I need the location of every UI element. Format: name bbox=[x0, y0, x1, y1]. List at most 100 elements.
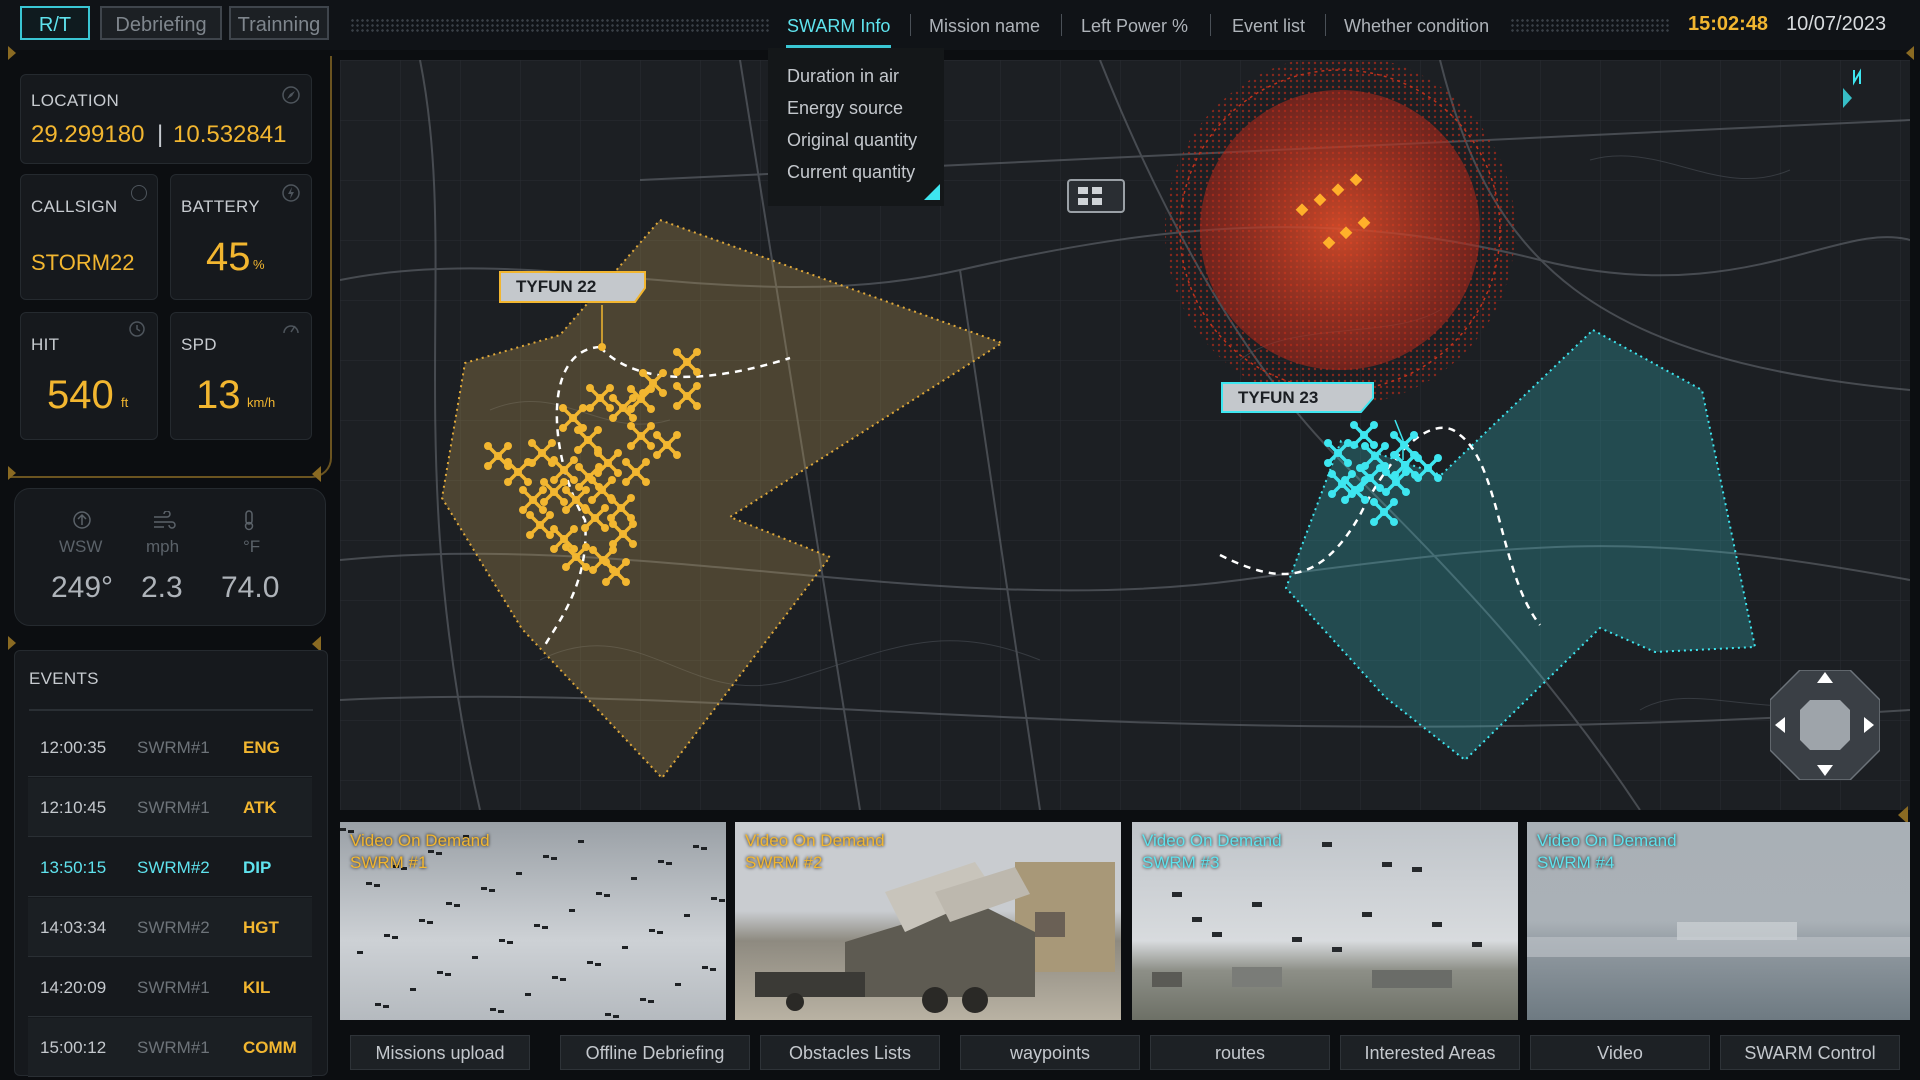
callsign-value: STORM22 bbox=[31, 250, 135, 275]
frame-marker bbox=[8, 46, 16, 60]
video-drone bbox=[525, 993, 531, 996]
video-button[interactable]: Video bbox=[1530, 1035, 1710, 1070]
tyfun23-label: TYFUN 23 bbox=[1238, 388, 1319, 407]
video-drone bbox=[569, 909, 575, 912]
video-drone bbox=[596, 892, 602, 895]
swarm-control-button[interactable]: SWARM Control bbox=[1720, 1035, 1900, 1070]
mode-debriefing-button[interactable]: Debriefing bbox=[100, 6, 222, 40]
video-feed-swrm3[interactable]: Video On Demand SWRM #3 bbox=[1132, 822, 1518, 1020]
mode-rt-button[interactable]: R/T bbox=[20, 6, 90, 40]
video-feed-swrm2[interactable]: Video On Demand SWRM #2 bbox=[735, 822, 1121, 1020]
menu-item-duration[interactable]: Duration in air bbox=[787, 66, 899, 87]
video-swrm4-caption: Video On Demand SWRM #4 bbox=[1537, 831, 1677, 872]
wind-speed-value: 2.3 bbox=[141, 571, 183, 604]
video-drone bbox=[702, 966, 708, 969]
info-icon bbox=[131, 185, 147, 201]
wind-direction-value: 249° bbox=[51, 571, 114, 604]
video-drone bbox=[498, 1010, 504, 1013]
events-divider bbox=[29, 709, 313, 711]
pan-down-button[interactable] bbox=[1817, 765, 1833, 776]
video-drone bbox=[711, 897, 717, 900]
event-row[interactable]: 15:00:12 SWRM#1 COMM bbox=[28, 1018, 312, 1077]
event-swarm: SWRM#1 bbox=[137, 1038, 210, 1057]
event-row[interactable]: 14:20:09 SWRM#1 KIL bbox=[28, 958, 312, 1017]
event-time: 14:20:09 bbox=[40, 978, 107, 997]
video-drone bbox=[1472, 942, 1482, 947]
tab-swarm-info[interactable]: SWARM Info bbox=[787, 12, 890, 40]
video-drone bbox=[489, 889, 495, 892]
thermometer-icon bbox=[241, 509, 257, 536]
video-drone bbox=[446, 902, 452, 905]
event-time: 13:50:15 bbox=[40, 858, 107, 877]
tab-separator bbox=[910, 14, 911, 36]
video-drone bbox=[1382, 862, 1392, 867]
video-drone bbox=[613, 1015, 619, 1018]
frame-marker bbox=[8, 466, 16, 480]
tab-weather-condition[interactable]: Whether condition bbox=[1344, 12, 1489, 40]
video-swrm1-caption: Video On Demand SWRM #1 bbox=[350, 831, 490, 872]
video-drone bbox=[657, 931, 663, 934]
map-svg bbox=[340, 60, 1910, 810]
pan-up-button[interactable] bbox=[1817, 672, 1833, 683]
waypoints-button[interactable]: waypoints bbox=[960, 1035, 1140, 1070]
base-building-icon bbox=[1067, 179, 1125, 213]
tab-mission-name[interactable]: Mission name bbox=[929, 12, 1040, 40]
mode-training-button[interactable]: Trainning bbox=[229, 6, 329, 40]
offline-debriefing-button[interactable]: Offline Debriefing bbox=[560, 1035, 750, 1070]
interested-areas-button[interactable]: Interested Areas bbox=[1340, 1035, 1520, 1070]
temperature-label: °F bbox=[243, 537, 261, 556]
video-drone bbox=[543, 855, 549, 858]
event-row[interactable]: 13:50:15 SWRM#2 DIP bbox=[28, 838, 312, 897]
missions-upload-button[interactable]: Missions upload bbox=[350, 1035, 530, 1070]
video-drone bbox=[719, 899, 725, 902]
event-time: 15:00:12 bbox=[40, 1038, 107, 1057]
wind-icon bbox=[152, 510, 176, 536]
tab-event-list[interactable]: Event list bbox=[1232, 12, 1305, 40]
events-label: EVENTS bbox=[29, 669, 99, 688]
video-drone bbox=[587, 961, 593, 964]
menu-item-original-quantity[interactable]: Original quantity bbox=[787, 130, 917, 151]
video-drone bbox=[410, 988, 416, 991]
hit-unit: ft bbox=[121, 395, 129, 410]
video-drone bbox=[534, 924, 540, 927]
video-drone bbox=[1192, 917, 1202, 922]
menu-item-energy-source[interactable]: Energy source bbox=[787, 98, 903, 119]
pan-left-button[interactable] bbox=[1775, 717, 1785, 733]
video-drone bbox=[604, 894, 610, 897]
event-code: ENG bbox=[243, 738, 280, 757]
video-drone bbox=[1322, 842, 1332, 847]
video-drone bbox=[701, 847, 707, 850]
hit-value: 540 bbox=[47, 373, 114, 417]
video-feed-swrm1[interactable]: Video On Demand SWRM #1 bbox=[340, 822, 726, 1020]
location-card: LOCATION 29.299180 | 10.532841 bbox=[20, 74, 312, 164]
video-drone bbox=[366, 882, 372, 885]
menu-item-current-quantity[interactable]: Current quantity bbox=[787, 162, 915, 183]
video-drone bbox=[1252, 902, 1262, 907]
tactical-map[interactable]: TYFUN 22 TYFUN 23 bbox=[340, 60, 1910, 810]
obstacles-lists-button[interactable]: Obstacles Lists bbox=[760, 1035, 940, 1070]
pan-right-button[interactable] bbox=[1864, 717, 1874, 733]
video-drone bbox=[481, 887, 487, 890]
tyfun22-label: TYFUN 22 bbox=[516, 277, 597, 296]
topbar-dots-right bbox=[1510, 18, 1670, 32]
speed-label: SPD bbox=[181, 335, 217, 354]
video-drone bbox=[631, 877, 637, 880]
location-label: LOCATION bbox=[31, 91, 120, 110]
event-row[interactable]: 14:03:34 SWRM#2 HGT bbox=[28, 898, 312, 957]
video-drone bbox=[648, 1000, 654, 1003]
tab-left-power[interactable]: Left Power % bbox=[1081, 12, 1188, 40]
tab-separator bbox=[1210, 14, 1211, 36]
event-time: 14:03:34 bbox=[40, 918, 107, 937]
clock: 15:02:48 bbox=[1688, 13, 1769, 35]
wind-direction-label: WSW bbox=[59, 537, 103, 556]
video-drone bbox=[375, 1003, 381, 1006]
video-drone bbox=[551, 857, 557, 860]
video-swrm2-caption: Video On Demand SWRM #2 bbox=[745, 831, 885, 872]
event-swarm: SWRM#1 bbox=[137, 798, 210, 817]
battery-card: BATTERY 45 % bbox=[170, 174, 312, 300]
video-feed-swrm4[interactable]: Video On Demand SWRM #4 bbox=[1527, 822, 1910, 1020]
event-row[interactable]: 12:00:35 SWRM#1 ENG bbox=[28, 718, 312, 777]
routes-button[interactable]: routes bbox=[1150, 1035, 1330, 1070]
event-row[interactable]: 12:10:45 SWRM#1 ATK bbox=[28, 778, 312, 837]
event-time: 12:10:45 bbox=[40, 798, 107, 817]
